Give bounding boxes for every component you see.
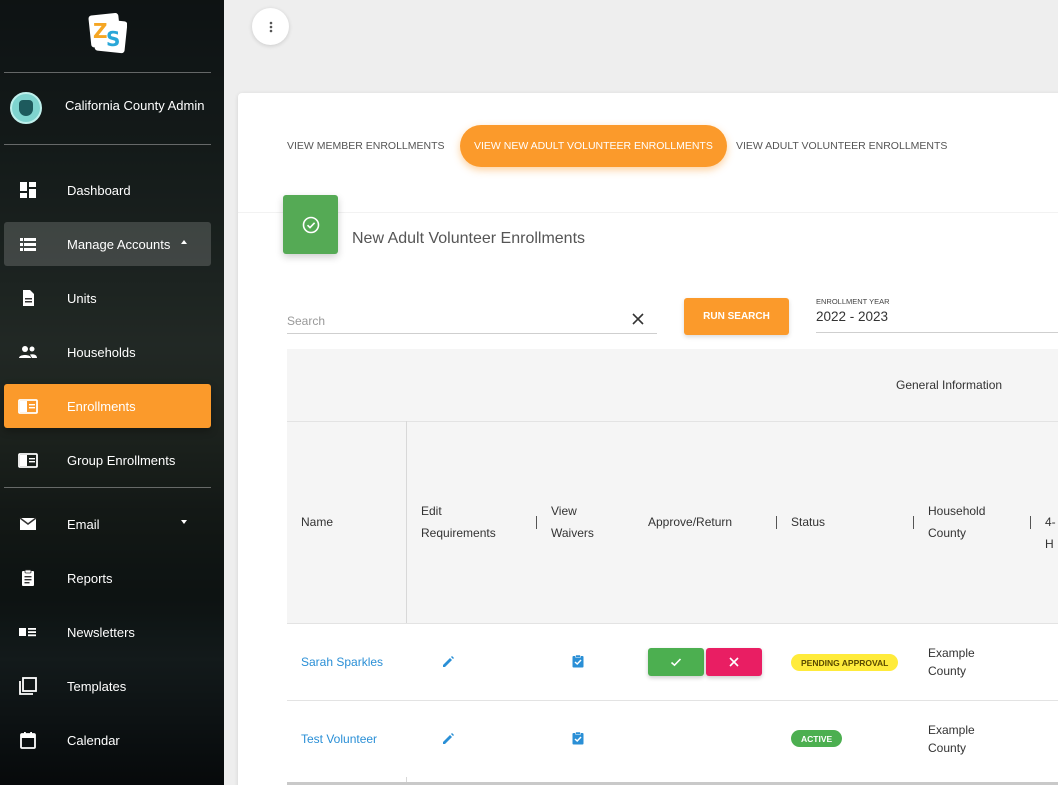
sidebar-item-label: Households — [67, 344, 136, 360]
sidebar: Z S California County Admin... Dashboard… — [0, 0, 224, 785]
more-vertical-icon — [269, 21, 272, 32]
document-icon — [23, 290, 34, 306]
check-icon — [670, 658, 682, 667]
chevron-up-icon — [181, 240, 187, 244]
user-name: California County Admin... — [65, 98, 205, 113]
copy-icon — [19, 677, 37, 695]
newsletter-icon — [19, 628, 36, 637]
enrollment-card-icon — [18, 453, 38, 468]
close-icon[interactable] — [631, 312, 645, 326]
pencil-icon[interactable] — [441, 655, 455, 669]
approve-button[interactable] — [648, 648, 704, 676]
divider — [238, 212, 1058, 213]
sidebar-item-label: Newsletters — [67, 624, 135, 640]
tab-new-adult-volunteer-enrollments[interactable]: VIEW NEW ADULT VOLUNTEER ENROLLMENTS — [460, 125, 727, 167]
page-title: New Adult Volunteer Enrollments — [352, 230, 586, 247]
clipboard-check-icon[interactable] — [571, 654, 585, 668]
sidebar-divider — [4, 487, 211, 488]
column-header-edit-line2[interactable]: Requirements — [421, 522, 496, 544]
svg-text:S: S — [106, 27, 120, 51]
column-header-name[interactable]: Name — [301, 511, 333, 533]
enrollment-card-icon — [18, 399, 38, 414]
group-header-label: General Information — [896, 378, 1003, 392]
user-profile[interactable]: California County Admin... — [0, 88, 224, 128]
card-header-icon — [283, 195, 338, 254]
sidebar-item-newsletters[interactable]: Newsletters — [4, 610, 211, 654]
sidebar-divider — [4, 144, 211, 145]
sidebar-item-manage-accounts[interactable]: Manage Accounts — [4, 222, 211, 266]
sidebar-item-group-enrollments[interactable]: Group Enrollments — [4, 438, 211, 482]
sidebar-divider — [4, 72, 211, 73]
household-county-line1: Example — [928, 723, 975, 737]
people-icon — [19, 346, 37, 358]
column-header-waivers-line1[interactable]: View — [551, 500, 577, 522]
zs-logo[interactable]: Z S — [87, 12, 127, 54]
column-resize-handle[interactable] — [776, 516, 777, 529]
mail-icon — [19, 517, 37, 530]
sidebar-item-email[interactable]: Email — [4, 502, 211, 546]
household-county-line2: County — [928, 741, 967, 755]
sidebar-item-dashboard[interactable]: Dashboard — [4, 168, 211, 212]
run-search-button[interactable]: RUN SEARCH — [684, 298, 789, 335]
column-header-edit-line1[interactable]: Edit — [421, 500, 442, 522]
check-circle-icon — [302, 216, 319, 233]
search-input[interactable] — [287, 314, 617, 328]
dashboard-icon — [20, 182, 36, 198]
more-menu-button[interactable] — [252, 8, 289, 45]
enrollment-year-label: ENROLLMENT YEAR — [816, 297, 890, 306]
sidebar-item-label: Email — [67, 516, 100, 532]
sidebar-item-label: Dashboard — [67, 182, 131, 198]
status-badge: PENDING APPROVAL — [791, 654, 899, 671]
sidebar-item-templates[interactable]: Templates — [4, 664, 211, 708]
column-resize-handle[interactable] — [1030, 516, 1031, 529]
column-header-approve[interactable]: Approve/Return — [648, 511, 732, 533]
tab-adult-volunteer-enrollments[interactable]: VIEW ADULT VOLUNTEER ENROLLMENTS — [736, 125, 947, 167]
close-icon — [729, 657, 739, 667]
sidebar-item-households[interactable]: Households — [4, 330, 211, 374]
column-header-status[interactable]: Status — [791, 511, 825, 533]
chevron-down-icon — [181, 520, 187, 524]
sidebar-item-reports[interactable]: Reports — [4, 556, 211, 600]
search-field — [287, 306, 657, 334]
list-icon — [20, 238, 36, 251]
sidebar-item-label: Reports — [67, 570, 113, 586]
column-header-4h[interactable]: 4-H — [1045, 511, 1058, 555]
return-button[interactable] — [706, 648, 762, 676]
enrollment-year-select[interactable]: 2022 - 2023 — [816, 309, 1058, 333]
column-resize-handle[interactable] — [536, 516, 537, 529]
pencil-icon[interactable] — [441, 732, 455, 746]
clipboard-check-icon[interactable] — [571, 731, 585, 745]
sidebar-item-label: Group Enrollments — [67, 452, 176, 468]
column-header-county-line1[interactable]: Household — [928, 500, 985, 522]
column-header-county-line2[interactable]: County — [928, 522, 966, 544]
volunteer-name-link[interactable]: Test Volunteer — [301, 732, 377, 746]
sidebar-item-label: Calendar — [67, 732, 120, 748]
status-badge: ACTIVE — [791, 730, 843, 747]
sidebar-item-label: Units — [67, 290, 97, 306]
column-resize-handle[interactable] — [913, 516, 914, 529]
calendar-icon — [20, 732, 36, 749]
sidebar-item-units[interactable]: Units — [4, 276, 211, 320]
tab-member-enrollments[interactable]: VIEW MEMBER ENROLLMENTS — [287, 125, 445, 167]
sidebar-item-label: Manage Accounts — [67, 236, 171, 252]
household-county-line2: County — [928, 664, 967, 678]
avatar — [10, 92, 42, 124]
volunteer-name-link[interactable]: Sarah Sparkles — [301, 655, 383, 669]
sidebar-item-enrollments[interactable]: Enrollments — [4, 384, 211, 428]
household-county-line1: Example — [928, 646, 975, 660]
sidebar-item-label: Templates — [67, 678, 127, 694]
sidebar-item-label: Enrollments — [67, 398, 136, 414]
clipboard-icon — [22, 569, 34, 586]
column-header-waivers-line2[interactable]: Waivers — [551, 522, 594, 544]
sidebar-item-calendar[interactable]: Calendar — [4, 718, 211, 762]
